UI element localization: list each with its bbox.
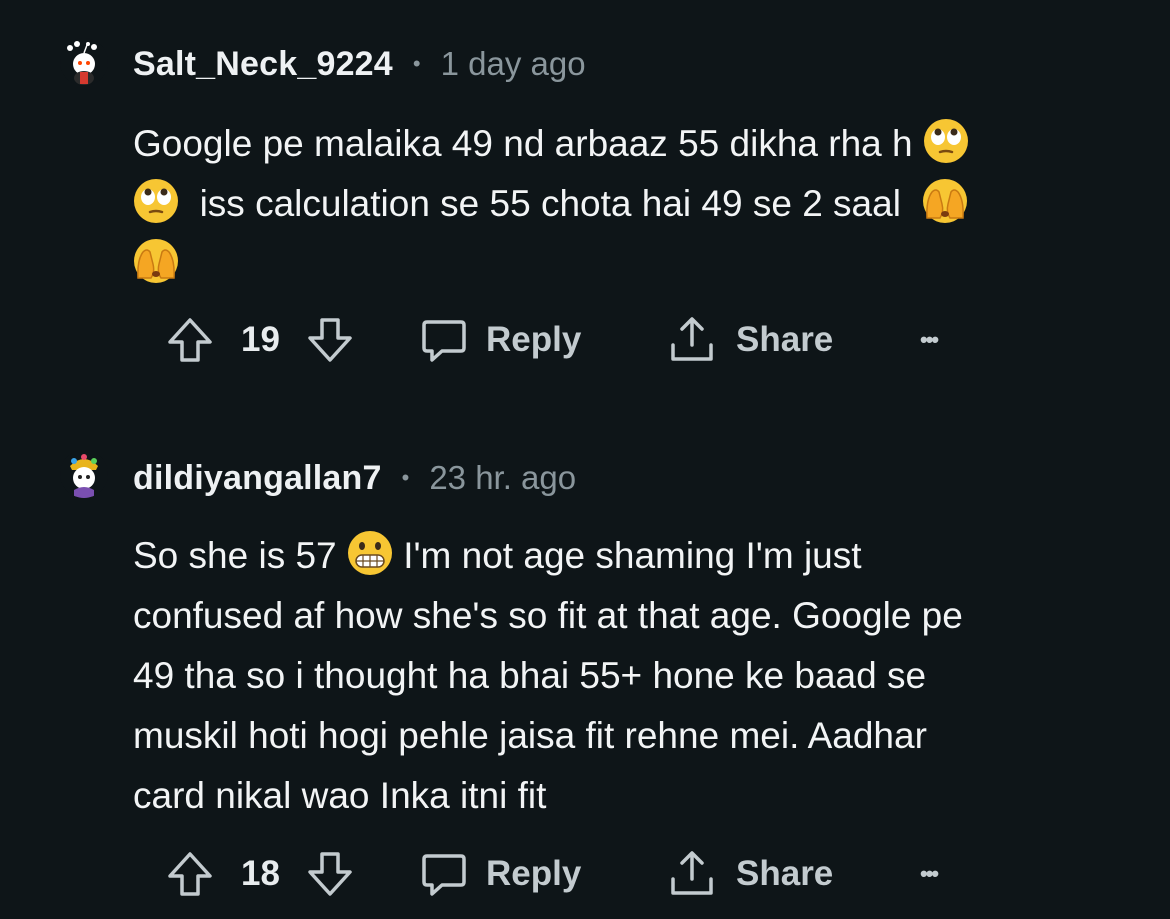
comment-text: confused af how she's so fit at that age… bbox=[133, 595, 963, 636]
downvote-button[interactable] bbox=[305, 310, 355, 370]
comment-text: Google pe malaika 49 nd arbaaz 55 dikha … bbox=[133, 123, 913, 164]
share-icon bbox=[671, 851, 713, 895]
upvote-arrow-icon bbox=[168, 852, 212, 896]
upvote-arrow-icon bbox=[168, 318, 212, 362]
comment-text: So she is 57 bbox=[133, 535, 337, 576]
eye-roll-emoji bbox=[134, 179, 178, 223]
reply-button[interactable]: Reply bbox=[420, 310, 581, 370]
share-button[interactable]: Share bbox=[668, 844, 833, 904]
share-icon bbox=[671, 317, 713, 361]
reply-label: Reply bbox=[486, 320, 582, 359]
share-button[interactable]: Share bbox=[668, 310, 833, 370]
comment-text: I'm not age shaming I'm just bbox=[403, 535, 862, 576]
upvote-button[interactable] bbox=[165, 844, 215, 904]
timestamp: 23 hr. ago bbox=[429, 459, 577, 496]
comment-text: muskil hoti hogi pehle jaisa fit rehne m… bbox=[133, 715, 927, 756]
meta-separator: • bbox=[401, 465, 410, 490]
comment-text: card nikal wao Inka itni fit bbox=[133, 775, 547, 816]
reply-button[interactable]: Reply bbox=[420, 844, 581, 904]
downvote-button[interactable] bbox=[305, 844, 355, 904]
comment-meta: dildiyangallan7 • 23 hr. ago bbox=[133, 454, 576, 502]
meta-separator: • bbox=[412, 51, 421, 76]
comment-text: iss calculation se 55 chota hai 49 se 2 … bbox=[199, 183, 901, 224]
comment-body: So she is 57 I'm not age shaming I'm jus… bbox=[133, 526, 1133, 826]
hands-over-face-emoji bbox=[922, 179, 967, 223]
more-options-button[interactable]: ••• bbox=[920, 844, 939, 904]
reply-label: Reply bbox=[486, 854, 582, 893]
share-label: Share bbox=[736, 320, 834, 359]
comment-meta: Salt_Neck_9224 • 1 day ago bbox=[133, 40, 586, 88]
vote-score: 18 bbox=[241, 854, 280, 893]
comment-text: 49 tha so i thought ha bhai 55+ hone ke … bbox=[133, 655, 927, 696]
downvote-arrow-icon bbox=[308, 318, 352, 362]
more-options-button[interactable]: ••• bbox=[920, 310, 939, 370]
avatar[interactable] bbox=[60, 450, 108, 498]
avatar[interactable] bbox=[60, 38, 108, 86]
share-label: Share bbox=[736, 854, 834, 893]
upvote-button[interactable] bbox=[165, 310, 215, 370]
comment-body: Google pe malaika 49 nd arbaaz 55 dikha … bbox=[133, 114, 1133, 294]
comment-actions: 18 Reply Share ••• bbox=[165, 844, 1065, 904]
downvote-arrow-icon bbox=[308, 852, 352, 896]
comment-bubble-icon bbox=[422, 854, 466, 896]
username[interactable]: dildiyangallan7 bbox=[133, 459, 382, 498]
comment-bubble-icon bbox=[422, 320, 466, 362]
hands-over-face-emoji bbox=[134, 239, 178, 283]
comment-actions: 19 Reply Share ••• bbox=[165, 310, 1065, 370]
grimacing-emoji bbox=[347, 531, 392, 575]
timestamp: 1 day ago bbox=[440, 45, 586, 82]
username[interactable]: Salt_Neck_9224 bbox=[133, 45, 393, 84]
vote-score: 19 bbox=[241, 320, 280, 359]
eye-roll-emoji bbox=[923, 119, 968, 163]
